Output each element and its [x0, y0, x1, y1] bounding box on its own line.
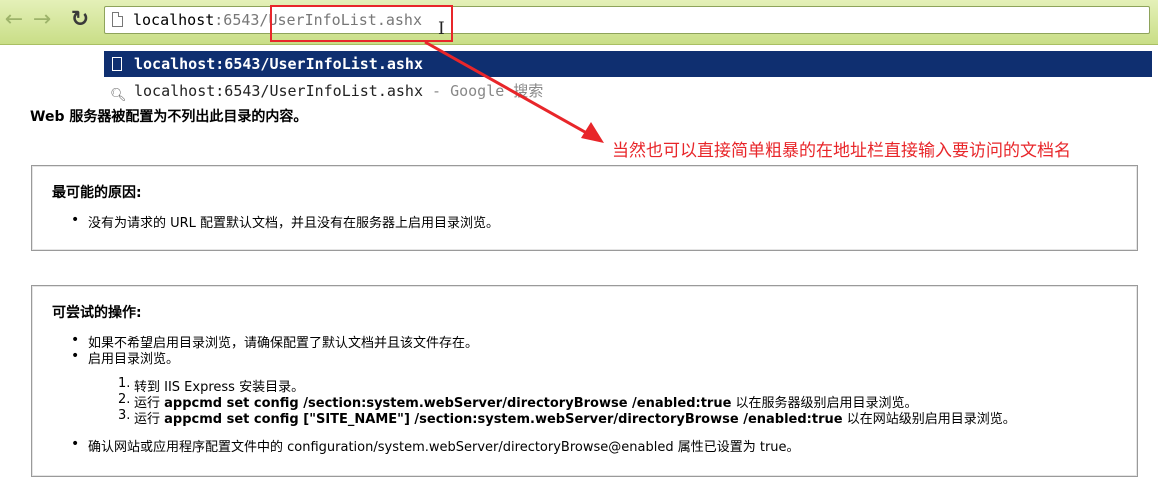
- list-item: 没有为请求的 URL 配置默认文档，并且没有在服务器上启用目录浏览。: [71, 212, 499, 231]
- list-item: 确认网站或应用程序配置文件中的 configuration/system.web…: [71, 436, 800, 455]
- browser-toolbar: ← → ↻ localhost:6543/UserInfoList.ashx I: [0, 0, 1158, 45]
- suggestion-url: localhost:6543/UserInfoList.ashx: [134, 82, 423, 100]
- address-suggestions: localhost:6543/UserInfoList.ashx 🔍︎ loca…: [104, 49, 1152, 105]
- step-command: appcmd set config ["SITE_NAME"] /section…: [164, 412, 843, 427]
- suggestion-item-selected[interactable]: localhost:6543/UserInfoList.ashx: [104, 51, 1152, 77]
- box-title: 最可能的原因:: [52, 185, 142, 201]
- step-number: 1.: [118, 376, 131, 391]
- reload-icon[interactable]: ↻: [68, 6, 92, 34]
- box-title: 可尝试的操作:: [52, 305, 142, 321]
- address-bar-url[interactable]: localhost:6543/UserInfoList.ashx: [133, 11, 422, 29]
- page-icon: [112, 12, 123, 27]
- step-text-suffix: 以在网站级别启用目录浏览。: [842, 412, 1016, 427]
- step-text: 运行: [134, 412, 165, 427]
- page-heading: Web 服务器被配置为不列出此目录的内容。: [30, 109, 308, 125]
- suggestion-text: localhost:6543/UserInfoList.ashx: [134, 55, 423, 73]
- url-port: :6543/: [214, 11, 269, 29]
- address-bar[interactable]: localhost:6543/UserInfoList.ashx I: [104, 6, 1150, 39]
- url-path: UserInfoList.ashx: [268, 11, 422, 29]
- text-cursor-icon: I: [438, 19, 445, 39]
- forward-arrow-icon[interactable]: →: [30, 6, 54, 34]
- list-item: 启用目录浏览。: [71, 348, 179, 367]
- annotation-text: 当然也可以直接简单粗暴的在地址栏直接输入要访问的文档名: [612, 141, 1071, 161]
- back-arrow-icon[interactable]: ←: [2, 6, 26, 34]
- possible-actions-box: 可尝试的操作: 如果不希望启用目录浏览，请确保配置了默认文档并且该文件存在。 启…: [31, 285, 1138, 477]
- step-number: 2.: [118, 392, 131, 407]
- step-item: 3. 运行 appcmd set config ["SITE_NAME"] /se…: [118, 408, 1016, 427]
- step-number: 3.: [118, 408, 131, 423]
- likely-causes-box: 最可能的原因: 没有为请求的 URL 配置默认文档，并且没有在服务器上启用目录浏…: [31, 165, 1138, 251]
- page-icon: [112, 57, 122, 71]
- suggestion-item-search[interactable]: 🔍︎ localhost:6543/UserInfoList.ashx - Go…: [104, 78, 1152, 104]
- suggestion-text: localhost:6543/UserInfoList.ashx - Googl…: [134, 78, 543, 104]
- suggestion-suffix: - Google 搜索: [422, 82, 544, 100]
- url-host: localhost: [133, 11, 215, 29]
